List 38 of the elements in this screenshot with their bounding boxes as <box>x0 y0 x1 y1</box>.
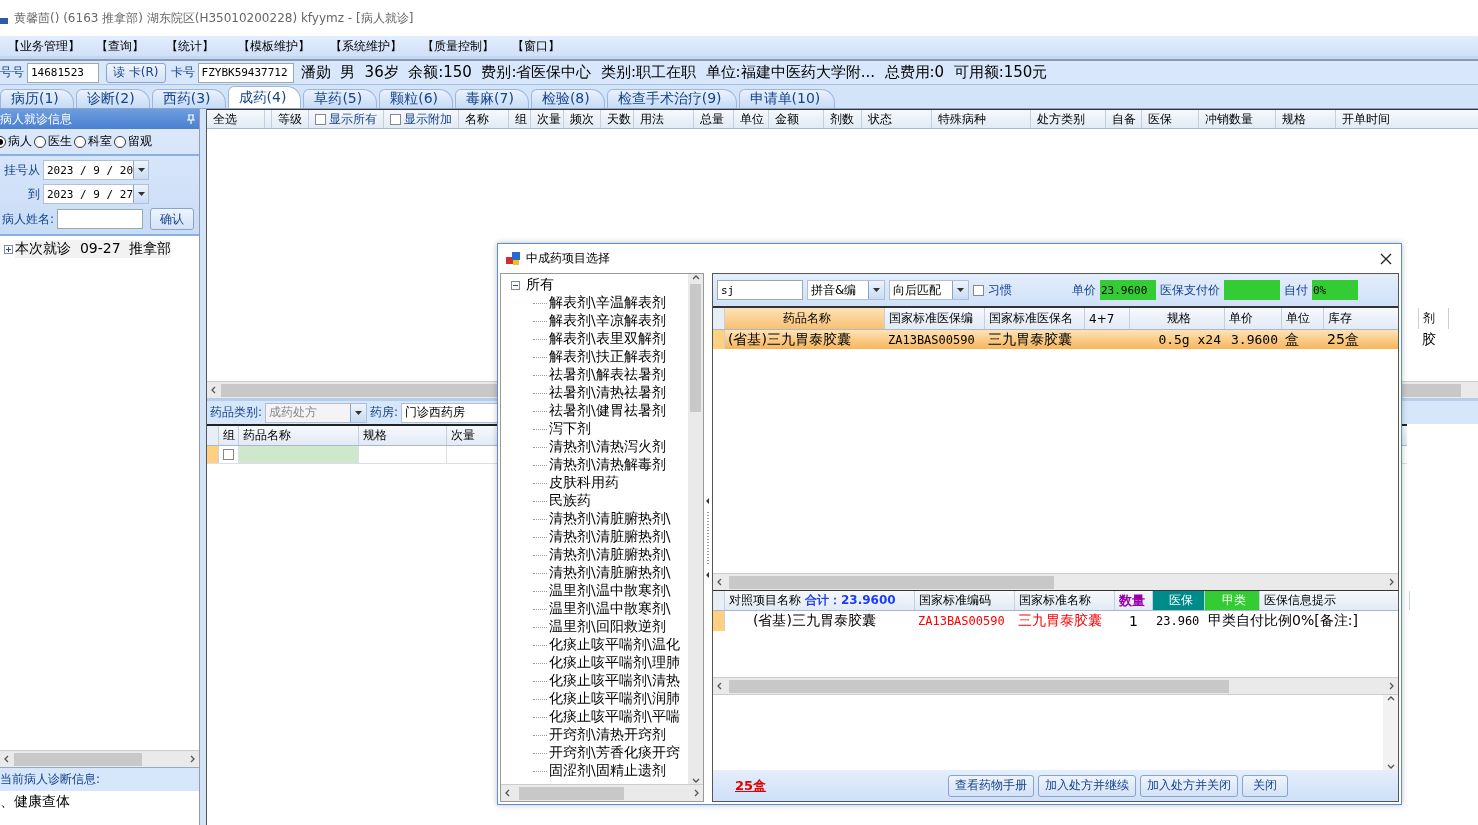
patient-info: 潘勋 男 36岁 余额:150 费别:省医保中心 类别:职工在职 单位:福建中医药大学附... 总费用:0 可用额:150元 <box>300 63 1048 82</box>
table-cell-text: (省基)三九胃泰胶囊 <box>727 330 852 349</box>
category-label: 药品类别: <box>210 404 263 421</box>
panel-title: 病人就诊信息 <box>0 110 72 128</box>
table-cell-text: 盒 <box>1284 330 1300 349</box>
table-cell-text: ZA13BAS00590 <box>917 613 1006 630</box>
card-label: 卡号 <box>170 64 195 81</box>
dialog-title: 中成药项目选择 <box>526 250 610 267</box>
date-from-label: 挂号从 <box>4 161 40 179</box>
price-label: 单价 <box>1072 281 1096 299</box>
table-cell-text: 甲类自付比例0%[备注:] <box>1207 611 1359 630</box>
window-title: 黄馨茴() (6163 推拿部) 湖东院区(H35010200228) kfyymz - [病人就诊] <box>14 9 414 27</box>
radio-label: 病人 <box>8 133 32 150</box>
table-cell-text: 三九胃泰胶囊 <box>1017 611 1103 630</box>
diagnosis-title: 当前病人诊断信息: <box>0 771 101 788</box>
name-label: 病人姓名: <box>2 210 55 228</box>
table-cell-text: 胶 <box>1421 330 1437 349</box>
price-field: 23.9600 <box>1100 280 1156 300</box>
table-cell-text: (省基)三九胃泰胶囊 <box>752 611 877 630</box>
radio-label: 科室 <box>88 133 112 150</box>
insurance-price-label: 医保支付价 <box>1160 281 1220 299</box>
table-cell-text: 3.9600 <box>1230 331 1279 349</box>
radio-label: 医生 <box>48 133 72 150</box>
total-label: 合计：23.9600 <box>805 592 896 609</box>
self-pay-label: 自付 <box>1284 281 1308 299</box>
radio-label: 留观 <box>128 133 152 150</box>
self-pay-field: 0% <box>1312 280 1358 300</box>
pharmacy-label: 药房: <box>370 404 399 421</box>
table-cell-text: 23.960 <box>1155 613 1201 630</box>
table-cell-text: 1 <box>1128 612 1139 631</box>
table-cell-text: ZA13BAS00590 <box>887 331 976 349</box>
table-cell-text: 25盒 <box>1326 330 1360 349</box>
habit-label: 习惯 <box>988 281 1012 299</box>
date-to-label: 到 <box>28 185 40 203</box>
diagnosis-text: 、健康查体 <box>0 792 71 811</box>
table-cell-text: 0.5g x24 <box>1157 331 1222 349</box>
table-cell-text: 三九胃泰胶囊 <box>987 330 1073 349</box>
registration-label: 号号 <box>0 64 24 81</box>
